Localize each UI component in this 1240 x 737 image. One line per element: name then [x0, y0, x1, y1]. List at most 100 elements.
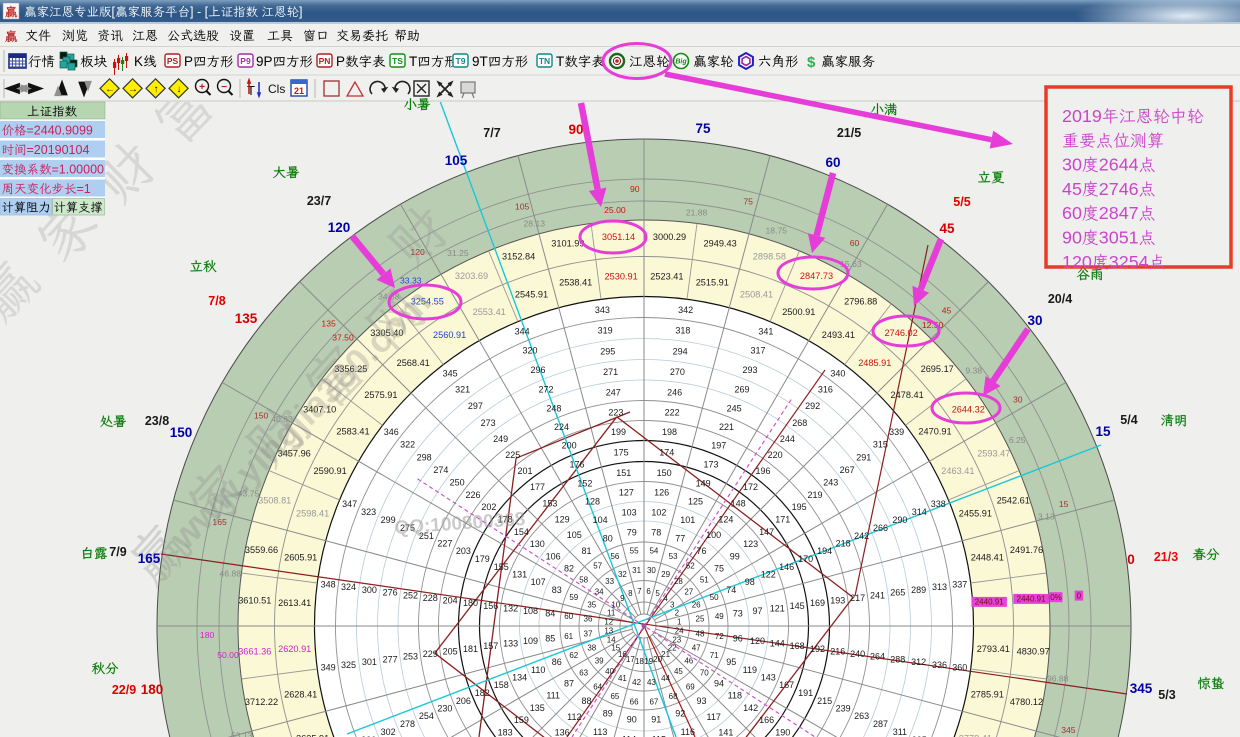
svg-text:135: 135: [235, 311, 258, 326]
svg-text:2847.73: 2847.73: [800, 271, 833, 281]
svg-text:99: 99: [730, 551, 740, 561]
svg-text:47: 47: [692, 644, 701, 653]
svg-text:PS: PS: [167, 56, 179, 66]
svg-text:276: 276: [383, 588, 398, 598]
svg-text:217: 217: [850, 593, 865, 603]
svg-text:319: 319: [598, 326, 613, 336]
svg-text:225: 225: [505, 450, 520, 460]
svg-text:199: 199: [611, 427, 626, 437]
svg-text:144: 144: [770, 639, 785, 649]
svg-text:71: 71: [710, 651, 719, 660]
svg-text:311: 311: [893, 727, 907, 737]
svg-text:↓: ↓: [177, 84, 182, 95]
svg-text:2515.91: 2515.91: [696, 278, 729, 288]
svg-text:120: 120: [1062, 252, 1092, 272]
svg-text:T9: T9: [456, 56, 466, 66]
svg-text:24: 24: [675, 627, 684, 636]
svg-text:191: 191: [798, 688, 813, 698]
svg-text:50.00: 50.00: [217, 650, 239, 660]
svg-text:215: 215: [817, 696, 832, 706]
svg-text:323: 323: [361, 507, 376, 517]
svg-text:218: 218: [836, 539, 851, 549]
svg-text:219: 219: [807, 490, 822, 500]
svg-text:183: 183: [498, 728, 513, 737]
svg-text:25: 25: [696, 615, 705, 624]
svg-text:360: 360: [952, 663, 967, 673]
svg-text:150: 150: [254, 411, 269, 421]
svg-text:136: 136: [555, 728, 570, 737]
svg-text:56: 56: [610, 552, 619, 561]
svg-text:313: 313: [932, 582, 947, 592]
svg-text:104: 104: [593, 515, 608, 525]
svg-text:2538.41: 2538.41: [559, 278, 592, 288]
svg-text:105: 105: [515, 201, 530, 211]
svg-text:79: 79: [627, 527, 637, 537]
svg-text:168: 168: [790, 641, 805, 651]
svg-text:98: 98: [745, 577, 755, 587]
svg-text:75: 75: [714, 564, 724, 574]
svg-text:T: T: [556, 54, 564, 69]
svg-text:68: 68: [669, 692, 678, 701]
svg-text:3254: 3254: [1109, 252, 1149, 272]
svg-text:341: 341: [758, 327, 773, 337]
svg-text:85: 85: [545, 633, 555, 643]
svg-text:247: 247: [606, 388, 621, 398]
svg-text:2590.91: 2590.91: [313, 466, 346, 476]
svg-text:312: 312: [911, 657, 926, 667]
svg-text:246: 246: [667, 388, 682, 398]
svg-text:315: 315: [873, 440, 888, 450]
svg-text:4780.12: 4780.12: [1010, 697, 1043, 707]
svg-text:21: 21: [294, 86, 304, 96]
svg-text:3.13: 3.13: [1038, 511, 1055, 521]
svg-text:265: 265: [890, 588, 905, 598]
svg-text:53: 53: [669, 552, 678, 561]
svg-text:2644: 2644: [1099, 155, 1139, 175]
svg-text:120: 120: [750, 636, 765, 646]
svg-text:291: 291: [856, 452, 871, 462]
svg-text:204: 204: [443, 596, 458, 606]
svg-text:30: 30: [1013, 395, 1023, 405]
svg-text:2493.41: 2493.41: [822, 330, 855, 340]
svg-text:]: ]: [299, 5, 302, 19]
svg-text:50: 50: [710, 593, 719, 602]
svg-text:113: 113: [593, 727, 607, 737]
svg-text:190: 190: [775, 728, 790, 737]
svg-text:45: 45: [939, 221, 955, 236]
svg-text:180: 180: [200, 630, 215, 640]
svg-text:106: 106: [546, 551, 561, 561]
svg-text:33: 33: [605, 577, 614, 586]
svg-text:2455.91: 2455.91: [959, 509, 992, 519]
svg-text:26: 26: [692, 600, 701, 609]
svg-text:=2440.9099: =2440.9099: [27, 124, 93, 138]
svg-text:111: 111: [546, 691, 560, 701]
svg-text:3152.84: 3152.84: [502, 252, 535, 262]
svg-text:2583.41: 2583.41: [336, 427, 369, 437]
svg-text:$: $: [807, 54, 816, 71]
svg-text:278: 278: [400, 719, 415, 729]
svg-text:87: 87: [564, 679, 574, 689]
svg-text:344: 344: [515, 327, 530, 337]
svg-text:35: 35: [587, 600, 596, 609]
svg-text:2568.41: 2568.41: [397, 358, 430, 368]
svg-text:2530.91: 2530.91: [604, 272, 637, 282]
svg-text:181: 181: [463, 644, 478, 654]
svg-text:345: 345: [1061, 725, 1076, 735]
svg-text:295: 295: [600, 346, 615, 356]
svg-text:22: 22: [668, 644, 677, 653]
svg-text:Big: Big: [675, 59, 687, 66]
svg-text:7/8: 7/8: [208, 294, 225, 308]
svg-text:216: 216: [830, 647, 845, 657]
svg-text:2796.88: 2796.88: [844, 297, 877, 307]
svg-text:193: 193: [830, 596, 845, 606]
svg-text:293: 293: [742, 365, 757, 375]
svg-text:300: 300: [362, 585, 377, 595]
svg-text:66: 66: [630, 697, 639, 706]
svg-text:3203.69: 3203.69: [455, 271, 488, 281]
svg-text:151: 151: [616, 468, 631, 478]
svg-text:51: 51: [700, 576, 709, 585]
svg-text:5/5: 5/5: [953, 195, 970, 209]
svg-text:TS: TS: [392, 56, 403, 66]
svg-text:2613.41: 2613.41: [278, 598, 311, 608]
svg-text:1: 1: [677, 617, 682, 626]
svg-text:142: 142: [743, 703, 758, 713]
